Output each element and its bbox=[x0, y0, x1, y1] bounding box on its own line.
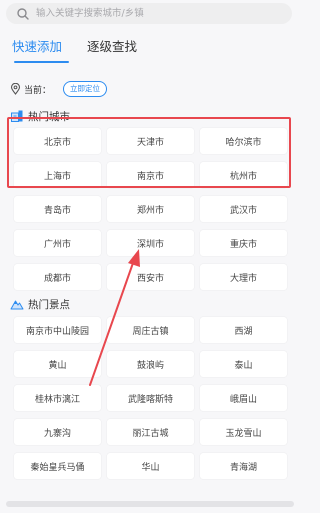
search-bar[interactable] bbox=[6, 3, 292, 24]
hot-spots-title: 热门景点 bbox=[28, 298, 70, 311]
tab-quick-add[interactable]: 快速添加 bbox=[12, 36, 62, 55]
hot-spot-item[interactable]: 西湖 bbox=[200, 317, 287, 343]
hot-spot-item[interactable]: 武隆喀斯特 bbox=[107, 385, 194, 411]
hot-spot-item[interactable]: 泰山 bbox=[200, 351, 287, 377]
hot-spot-item[interactable]: 玉龙雪山 bbox=[200, 419, 287, 445]
active-tab-indicator bbox=[14, 61, 69, 63]
hot-city-item[interactable]: 大理市 bbox=[200, 264, 287, 290]
hot-spot-item[interactable]: 鼓浪屿 bbox=[107, 351, 194, 377]
hot-city-item[interactable]: 天津市 bbox=[107, 128, 194, 154]
hot-spot-item[interactable]: 秦始皇兵马俑 bbox=[14, 453, 101, 479]
hot-city-item[interactable]: 成都市 bbox=[14, 264, 101, 290]
hot-city-item[interactable]: 南京市 bbox=[107, 162, 194, 188]
hot-city-item[interactable]: 郑州市 bbox=[107, 196, 194, 222]
hot-spot-item[interactable]: 华山 bbox=[107, 453, 194, 479]
bottom-scroll-bar bbox=[6, 501, 294, 507]
hot-city-item[interactable]: 深圳市 bbox=[107, 230, 194, 256]
locate-now-button[interactable]: 立即定位 bbox=[63, 81, 108, 97]
search-icon bbox=[17, 7, 29, 20]
hot-city-item[interactable]: 青岛市 bbox=[14, 196, 101, 222]
building-icon bbox=[11, 110, 23, 122]
hot-cities-header: 热门城市 bbox=[10, 109, 70, 123]
hot-spot-item[interactable]: 丽江古城 bbox=[107, 419, 194, 445]
hot-city-item[interactable]: 上海市 bbox=[14, 162, 101, 188]
tab-step-search[interactable]: 逐级查找 bbox=[87, 36, 137, 55]
hot-spot-item[interactable]: 桂林市漓江 bbox=[14, 385, 101, 411]
search-input[interactable] bbox=[36, 4, 276, 23]
hot-city-item[interactable]: 哈尔滨市 bbox=[200, 128, 287, 154]
hot-city-item[interactable]: 杭州市 bbox=[200, 162, 287, 188]
hot-city-item[interactable]: 北京市 bbox=[14, 128, 101, 154]
current-location-row: 当前： 立即定位 bbox=[10, 80, 108, 98]
hot-spots-header: 热门景点 bbox=[10, 297, 70, 311]
hot-cities-title: 热门城市 bbox=[28, 110, 70, 123]
tab-bar: 快速添加 逐级查找 bbox=[0, 36, 300, 66]
hot-city-item[interactable]: 武汉市 bbox=[200, 196, 287, 222]
hot-spot-item[interactable]: 南京市中山陵园 bbox=[14, 317, 101, 343]
mountain-icon bbox=[10, 300, 24, 310]
current-label: 当前： bbox=[24, 85, 52, 96]
hot-city-item[interactable]: 西安市 bbox=[107, 264, 194, 290]
hot-spot-item[interactable]: 峨眉山 bbox=[200, 385, 287, 411]
hot-city-item[interactable]: 广州市 bbox=[14, 230, 101, 256]
hot-city-item[interactable]: 重庆市 bbox=[200, 230, 287, 256]
hot-spot-item[interactable]: 九寨沟 bbox=[14, 419, 101, 445]
hot-spot-item[interactable]: 黄山 bbox=[14, 351, 101, 377]
location-pin-icon bbox=[10, 83, 21, 95]
hot-spot-item[interactable]: 周庄古镇 bbox=[107, 317, 194, 343]
hot-spot-item[interactable]: 青海湖 bbox=[200, 453, 287, 479]
